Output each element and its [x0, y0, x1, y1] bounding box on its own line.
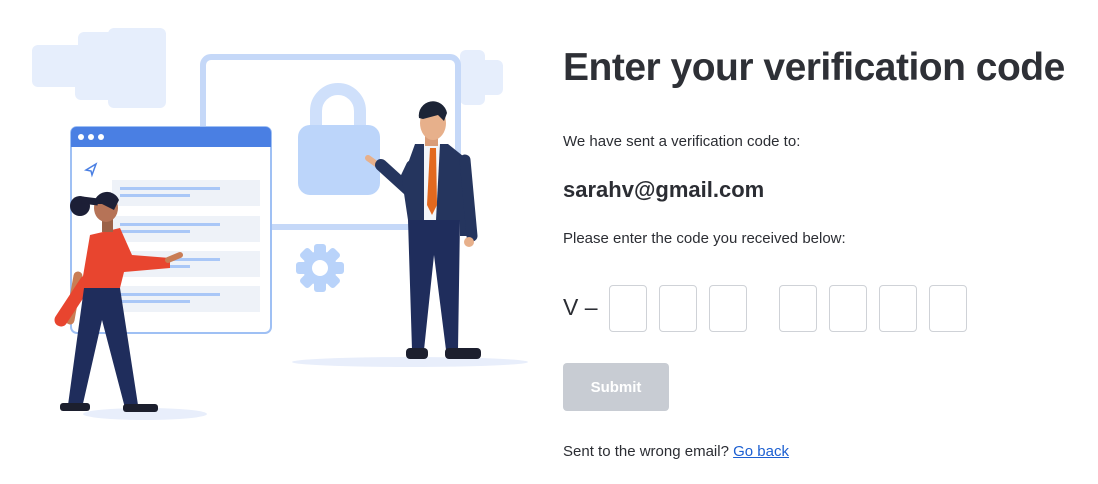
code-digit-1[interactable] — [609, 284, 647, 332]
instruction-text: Please enter the code you received below… — [563, 230, 846, 247]
verification-panel: Enter your verification code We have sen… — [563, 0, 1083, 484]
puzzle-shape — [32, 28, 166, 108]
code-digit-6[interactable] — [879, 284, 917, 332]
submit-button[interactable]: Submit — [563, 363, 669, 411]
page-title: Enter your verification code — [563, 46, 1065, 89]
puzzle-shape-right — [460, 50, 503, 105]
sent-message: We have sent a verification code to: — [563, 133, 801, 150]
gear-icon — [296, 244, 344, 292]
email-address: sarahv@gmail.com — [563, 177, 765, 202]
code-input-row: V – — [563, 284, 979, 332]
wrong-email-question: Sent to the wrong email? — [563, 443, 729, 460]
code-digit-4[interactable] — [779, 284, 817, 332]
code-prefix: V – — [563, 293, 598, 320]
verification-illustration — [32, 28, 528, 420]
wrong-email-footer: Sent to the wrong email? Go back — [563, 443, 789, 460]
code-digit-7[interactable] — [929, 284, 967, 332]
code-digit-3[interactable] — [709, 284, 747, 332]
code-digit-2[interactable] — [659, 284, 697, 332]
go-back-link[interactable]: Go back — [733, 443, 789, 460]
code-digit-5[interactable] — [829, 284, 867, 332]
